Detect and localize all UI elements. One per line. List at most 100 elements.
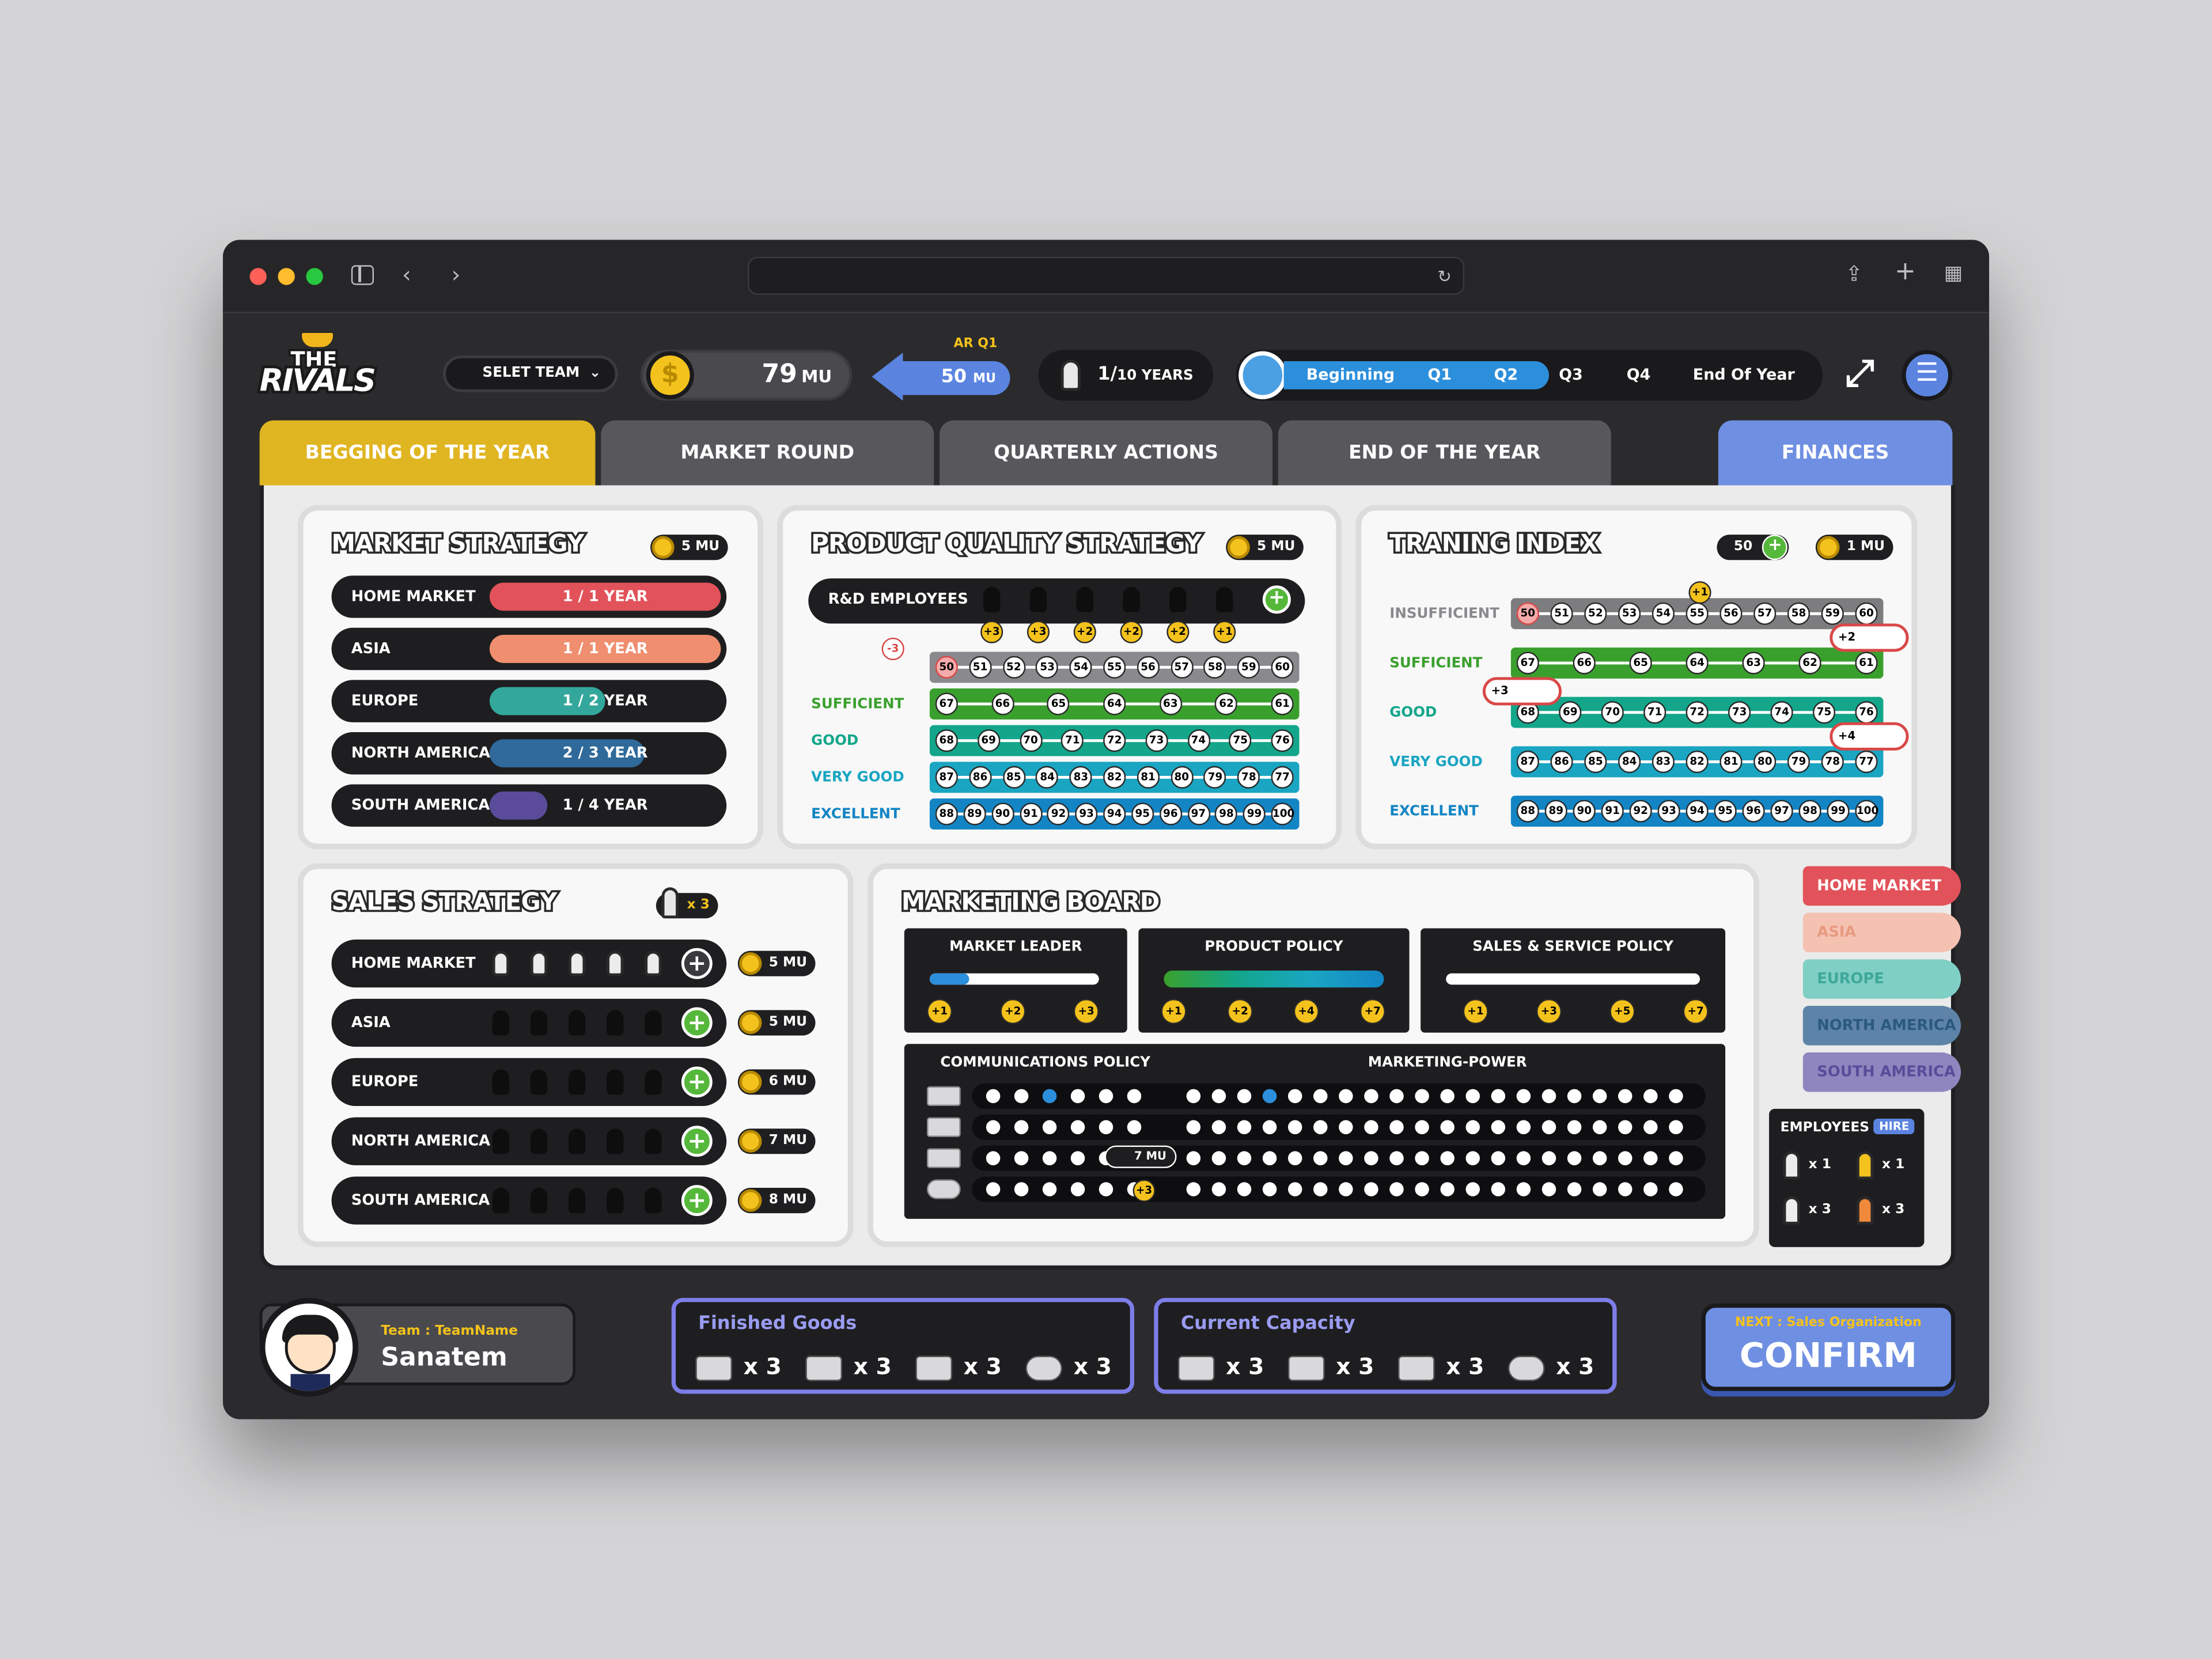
region-tab[interactable]: ASIA <box>1802 912 1961 953</box>
zoom-window-button[interactable] <box>306 268 323 285</box>
track-node[interactable]: 61 <box>1855 652 1878 675</box>
add-salesperson-button[interactable]: + <box>681 1007 713 1039</box>
track-node[interactable]: 52 <box>1584 602 1607 625</box>
track-node[interactable]: 100 <box>1271 802 1294 825</box>
power-dot[interactable] <box>1541 1182 1556 1196</box>
track-node[interactable]: 59 <box>1237 656 1260 679</box>
track-node[interactable]: 80 <box>1753 750 1777 774</box>
power-dot[interactable] <box>1592 1120 1607 1134</box>
power-dot[interactable] <box>1389 1120 1404 1134</box>
tab-quarterly-actions[interactable]: QUARTERLY ACTIONS <box>940 420 1272 486</box>
track-node[interactable]: 91 <box>1601 800 1624 823</box>
power-dot[interactable] <box>1592 1151 1607 1165</box>
power-dot[interactable] <box>1389 1151 1404 1165</box>
track-node[interactable]: 75 <box>1229 729 1252 752</box>
track-node[interactable]: 95 <box>1131 802 1154 825</box>
power-dot[interactable] <box>1669 1151 1683 1165</box>
power-dot[interactable] <box>1567 1182 1582 1196</box>
track-node[interactable]: 69 <box>1559 701 1582 724</box>
power-dot[interactable] <box>1211 1151 1226 1165</box>
track-node[interactable]: 78 <box>1821 750 1844 774</box>
reload-icon[interactable]: ↻ <box>1437 265 1452 287</box>
power-dot[interactable] <box>1415 1120 1429 1134</box>
track-node[interactable]: 63 <box>1742 652 1765 675</box>
power-dot[interactable] <box>1415 1151 1429 1165</box>
power-dot[interactable] <box>1339 1182 1353 1196</box>
power-dot[interactable] <box>1262 1182 1277 1196</box>
track-node[interactable]: 55 <box>1103 656 1126 679</box>
power-dot[interactable] <box>1491 1120 1506 1134</box>
track-node[interactable]: 51 <box>1550 602 1573 625</box>
close-window-button[interactable] <box>249 268 267 285</box>
comm-dot[interactable] <box>1042 1120 1057 1134</box>
track-node[interactable]: 66 <box>1573 652 1596 675</box>
tab-market-round[interactable]: MARKET ROUND <box>601 420 934 486</box>
track-node[interactable]: 75 <box>1812 701 1836 724</box>
track-node[interactable]: 98 <box>1215 802 1238 825</box>
confirm-button[interactable]: NEXT : Sales Organization CONFIRM <box>1701 1303 1956 1391</box>
track-node[interactable]: 57 <box>1170 656 1193 679</box>
track-node[interactable]: 60 <box>1271 656 1294 679</box>
forward-arrow-icon[interactable]: › <box>452 263 461 286</box>
track-node[interactable]: 70 <box>1601 701 1624 724</box>
track-node[interactable]: 88 <box>1516 800 1539 823</box>
track-node[interactable]: 76 <box>1855 701 1878 724</box>
power-dot[interactable] <box>1541 1120 1556 1134</box>
power-dot[interactable] <box>1618 1120 1633 1134</box>
track-node[interactable]: 97 <box>1770 800 1793 823</box>
track-node[interactable]: 93 <box>1075 802 1098 825</box>
power-dot[interactable] <box>1211 1120 1226 1134</box>
menu-button[interactable]: ☰ <box>1902 350 1953 401</box>
communications-track[interactable] <box>972 1114 1706 1140</box>
track-node[interactable]: 89 <box>963 802 986 825</box>
power-dot[interactable] <box>1669 1182 1683 1196</box>
power-dot[interactable] <box>1415 1182 1429 1196</box>
track-node[interactable]: 58 <box>1787 602 1810 625</box>
power-dot[interactable] <box>1465 1151 1480 1165</box>
comm-dot[interactable] <box>1099 1120 1113 1134</box>
power-dot[interactable] <box>1186 1182 1201 1196</box>
comm-dot[interactable] <box>1127 1089 1142 1104</box>
track-node[interactable]: 59 <box>1821 602 1844 625</box>
comm-dot[interactable] <box>1014 1089 1029 1104</box>
track-node[interactable]: 88 <box>935 802 958 825</box>
power-dot[interactable] <box>1592 1182 1607 1196</box>
minimize-window-button[interactable] <box>278 268 295 285</box>
comm-dot[interactable] <box>1099 1182 1113 1196</box>
track-node[interactable]: 92 <box>1629 800 1652 823</box>
add-training-button[interactable]: + <box>1762 535 1788 560</box>
comm-dot[interactable] <box>986 1120 1001 1134</box>
power-dot[interactable] <box>1567 1089 1582 1104</box>
track-node[interactable]: 99 <box>1243 802 1266 825</box>
power-dot[interactable] <box>1516 1151 1531 1165</box>
power-dot[interactable] <box>1313 1120 1328 1134</box>
track-node[interactable]: 86 <box>968 766 992 789</box>
power-dot[interactable] <box>1237 1120 1252 1134</box>
power-dot[interactable] <box>1389 1182 1404 1196</box>
comm-dot[interactable] <box>986 1089 1001 1104</box>
track-node[interactable]: 77 <box>1271 766 1294 789</box>
comm-dot[interactable] <box>1070 1120 1085 1134</box>
region-tab[interactable]: NORTH AMERICA <box>1802 1006 1961 1046</box>
power-dot[interactable] <box>1643 1151 1658 1165</box>
add-salesperson-button[interactable]: + <box>681 1126 713 1157</box>
track-node[interactable]: 95 <box>1714 800 1737 823</box>
track-node[interactable]: 52 <box>1002 656 1025 679</box>
power-dot[interactable] <box>1465 1089 1480 1104</box>
track-node[interactable]: 68 <box>935 729 958 752</box>
track-node[interactable]: 70 <box>1019 729 1042 752</box>
track-node[interactable]: 91 <box>1019 802 1042 825</box>
track-node[interactable]: 81 <box>1719 750 1743 774</box>
add-salesperson-button[interactable]: + <box>681 948 713 979</box>
comm-dot[interactable] <box>1127 1120 1142 1134</box>
power-dot[interactable] <box>1364 1182 1378 1196</box>
comm-dot[interactable] <box>1042 1151 1057 1165</box>
add-salesperson-button[interactable]: + <box>681 1066 713 1098</box>
power-dot[interactable] <box>1618 1151 1633 1165</box>
region-tab[interactable]: HOME MARKET <box>1802 866 1961 906</box>
back-arrow-icon[interactable]: ‹ <box>402 263 411 286</box>
power-dot[interactable] <box>1186 1151 1201 1165</box>
track-node[interactable]: 81 <box>1137 766 1160 789</box>
power-dot[interactable] <box>1186 1120 1201 1134</box>
team-select[interactable]: SELET TEAM ⌄ <box>442 355 618 392</box>
